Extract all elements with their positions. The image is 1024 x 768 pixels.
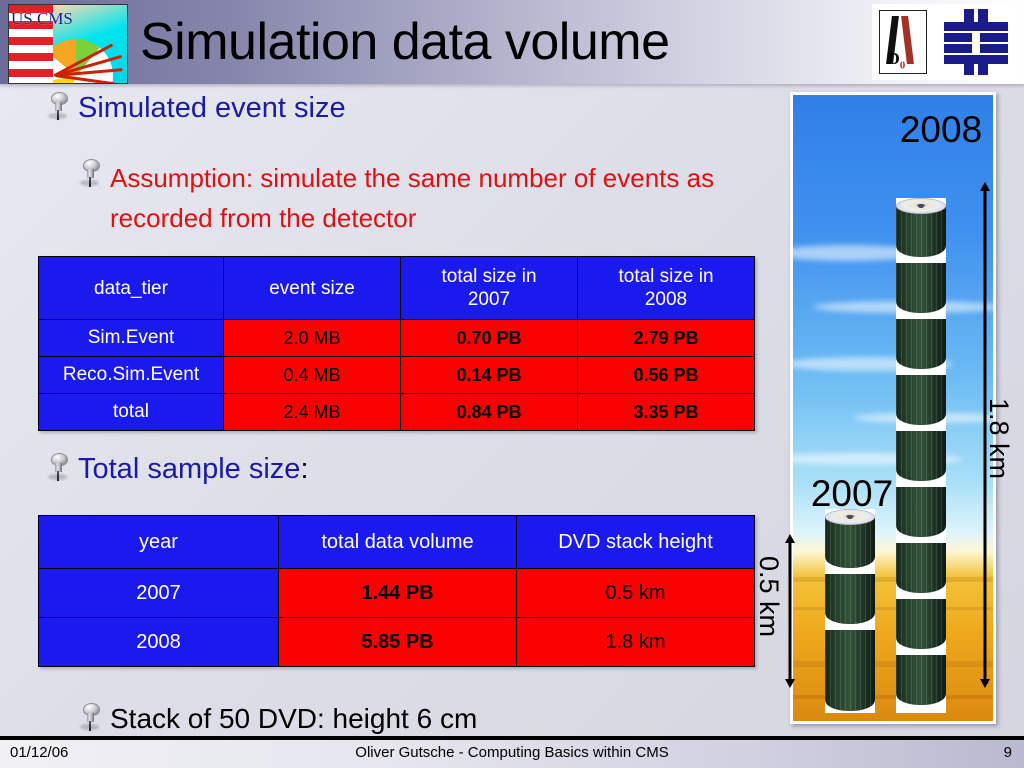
column-header-total-data-volume: total data volume [278,515,517,569]
column-header-event-size: event size [223,256,401,320]
page-title: Simulation data volume [140,13,670,71]
arrowhead-down-icon [980,679,990,688]
cell-total-size-2007: 0.70 PB [400,319,578,357]
cell-total-data-volume: 1.44 PB [278,568,517,618]
d0-experiment-logo: D0 [878,10,927,74]
measure-label-1-8-km: 1.8 km [984,398,1014,480]
table-row: 2007 1.44 PB 0.5 km [38,568,755,618]
bullet-stack-of-50-dvd: Stack of 50 DVD: height 6 cm [78,702,698,736]
dvd-spindle [896,207,946,257]
dvd-stack-2007 [825,509,875,713]
column-header-dvd-stack-height: DVD stack height [516,515,755,569]
table-header-row: year total data volume DVD stack height [38,515,755,569]
table-total-data-volume: year total data volume DVD stack height … [38,515,755,667]
dvd-spindle [896,543,946,593]
table-row: total 2.4 MB 0.84 PB 3.35 PB [38,393,755,431]
table-simulated-event-size: data_tier event size total size in 2007 … [38,256,755,431]
table-header-row: data_tier event size total size in 2007 … [38,256,755,320]
cell-dvd-stack-height: 0.5 km [516,568,755,618]
bullet-assumption-label: Assumption: simulate the same number of … [110,163,715,233]
dvd-spindle [896,375,946,425]
field-texture [793,577,993,582]
cell-year: 2008 [38,617,279,667]
field-texture [793,661,993,667]
bullet-simulated-event-size-label: Simulated event size [78,92,346,124]
cell-total-size-2007: 0.84 PB [400,393,578,431]
pushpin-bullet-icon [78,702,104,732]
cell-event-size: 2.0 MB [223,319,401,357]
photo-label-2008: 2008 [899,109,983,150]
bullet-simulated-event-size: Simulated event size [46,91,606,125]
bullet-total-sample-size-label: Total sample size: [78,453,309,485]
dvd-spindle [825,518,875,568]
fermilab-logo [940,9,1012,75]
measure-shaft [788,541,792,681]
pushpin-bullet-icon [46,91,72,121]
measure-arrow-0-5-km [783,534,797,688]
field-texture [793,607,993,610]
cell-data-tier: total [38,393,224,431]
cell-data-tier: Sim.Event [38,319,224,357]
dvd-spindle [825,661,875,711]
dvd-spindle [896,319,946,369]
cell-total-size-2007: 0.14 PB [400,356,578,394]
bullet-total-sample-size: Total sample size: [46,452,546,486]
bullet-total-sample-size-colon: : [300,453,309,485]
dvd-stack-2008 [896,198,946,713]
d0-logo-text: D0 [887,48,906,71]
cell-event-size: 2.4 MB [223,393,401,431]
dvd-spindle [896,655,946,705]
footer-center-text: Oliver Gutsche - Computing Basics within… [355,744,669,761]
column-header-year: year [38,515,279,569]
cell-year: 2007 [38,568,279,618]
fermilab-logo-icon [943,9,1008,75]
cell-event-size: 0.4 MB [223,356,401,394]
slide-title-bar: US CMS Simulation data volume D0 [0,0,1024,84]
photo-label-2007: 2007 [810,473,894,514]
bullet-assumption: Assumption: simulate the same number of … [78,158,768,238]
cell-total-size-2008: 3.35 PB [577,393,755,431]
pushpin-bullet-icon [78,158,104,188]
cell-total-size-2008: 2.79 PB [577,319,755,357]
pushpin-bullet-icon [46,452,72,482]
uscms-logo-text: US CMS [11,9,73,28]
dvd-spindle [825,574,875,624]
column-header-data-tier: data_tier [38,256,224,320]
dvd-stack-illustration: 2008 2007 [790,92,996,724]
uscms-logo: US CMS [8,4,128,84]
cell-total-data-volume: 5.85 PB [278,617,517,667]
measure-label-0-5-km: 0.5 km [754,556,784,638]
table-row: Sim.Event 2.0 MB 0.70 PB 2.79 PB [38,319,755,357]
column-header-total-size-2007: total size in 2007 [400,256,578,320]
dvd-spindle [896,263,946,313]
table-row: 2008 5.85 PB 1.8 km [38,617,755,667]
column-header-total-size-2008: total size in 2008 [577,256,755,320]
cell-total-size-2008: 0.56 PB [577,356,755,394]
right-logos: D0 [872,4,1018,80]
cell-data-tier: Reco.Sim.Event [38,356,224,394]
table-row: Reco.Sim.Event 0.4 MB 0.14 PB 0.56 PB [38,356,755,394]
footer-page-number: 9 [1003,744,1012,761]
cell-dvd-stack-height: 1.8 km [516,617,755,667]
bullet-stack-of-50-dvd-label: Stack of 50 DVD: height 6 cm [110,703,478,734]
dvd-spindle [896,599,946,649]
dvd-disc-top-icon [896,198,946,214]
arrowhead-down-icon [785,679,795,688]
field-texture [793,695,993,699]
